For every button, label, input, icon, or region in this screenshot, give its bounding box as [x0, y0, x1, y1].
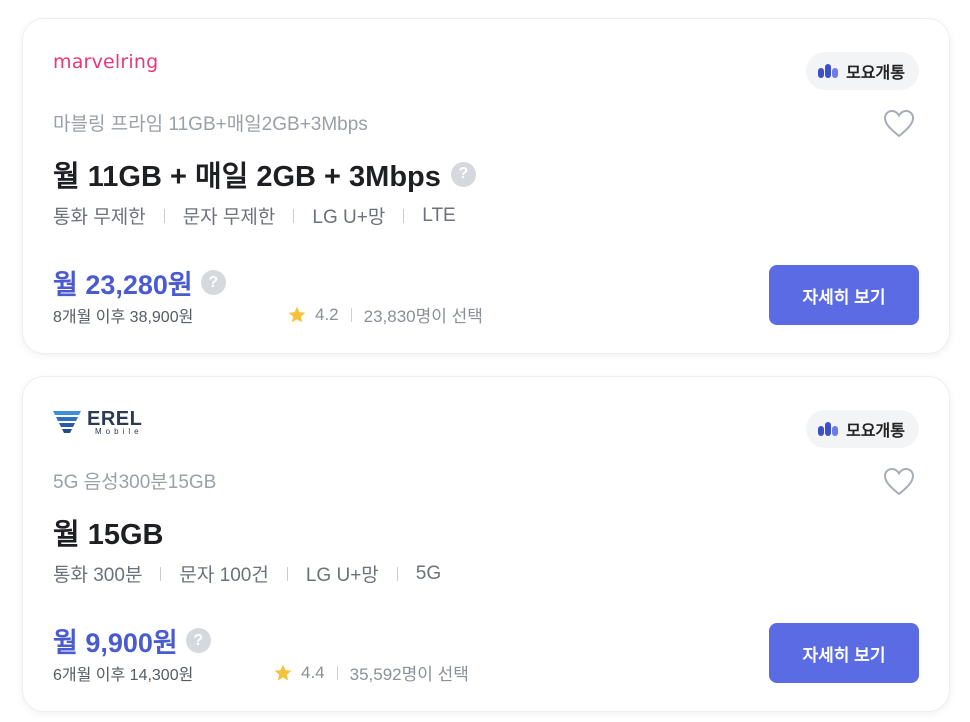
selected-count: 35,592명이 선택	[349, 665, 469, 684]
plan-name: 마블링 프라임 11GB+매일2GB+3Mbps	[53, 114, 368, 135]
plan-title-text: 월 11GB + 매일 2GB + 3Mbps	[53, 161, 441, 193]
moyo-logo-icon	[818, 64, 839, 78]
moyo-logo-icon	[818, 422, 839, 436]
feature-network: LG U+망	[312, 207, 386, 228]
divider	[336, 665, 338, 680]
rating: 4.4 35,592명이 선택	[273, 660, 469, 685]
feature-network: LG U+망	[305, 565, 379, 586]
price-text: 월 9,900원	[53, 628, 178, 658]
divider	[350, 307, 352, 322]
feature-call: 통화 300분	[53, 565, 143, 586]
provider-logo-erel: EREL Mobile	[53, 407, 143, 437]
plan-card[interactable]: marvelring 모요개통 마블링 프라임 11GB+매일2GB+3Mbps…	[22, 18, 950, 354]
divider	[160, 566, 162, 581]
question-circle-icon[interactable]: ?	[185, 628, 211, 653]
after-price: 8개월 이후 38,900원	[53, 309, 194, 326]
heart-icon[interactable]	[883, 467, 915, 497]
divider	[396, 566, 398, 581]
plan-features: 통화 무제한 문자 무제한 LG U+망 LTE	[53, 202, 456, 229]
star-icon	[288, 306, 306, 322]
detail-button[interactable]: 자세히 보기	[769, 265, 919, 325]
feature-call: 통화 무제한	[53, 207, 146, 228]
feature-type: 5G	[415, 562, 442, 584]
question-circle-icon[interactable]: ?	[450, 161, 476, 187]
moyo-badge-label: 모요개통	[846, 65, 905, 82]
price-text: 월 23,280원	[53, 270, 193, 300]
moyo-badge-label: 모요개통	[846, 423, 905, 440]
plan-name: 5G 음성300분15GB	[53, 472, 217, 493]
divider	[293, 208, 295, 223]
detail-button[interactable]: 자세히 보기	[769, 623, 919, 683]
erel-sub: Mobile	[95, 426, 143, 436]
after-price: 6개월 이후 14,300원	[53, 667, 194, 684]
price: 월 9,900원 ?	[53, 621, 211, 660]
feature-sms: 문자 100건	[179, 565, 269, 586]
moyo-badge: 모요개통	[806, 52, 919, 90]
plan-title: 월 11GB + 매일 2GB + 3Mbps ?	[53, 153, 476, 195]
rating-value: 4.2	[315, 304, 339, 324]
heart-icon[interactable]	[883, 109, 915, 139]
price: 월 23,280원 ?	[53, 263, 226, 302]
plan-card[interactable]: EREL Mobile 모요개통 5G 음성300분15GB 월 15GB 통화…	[22, 376, 950, 712]
divider	[403, 208, 405, 223]
erel-wing-icon	[53, 411, 81, 433]
provider-logo-marvelring: marvelring	[53, 51, 159, 73]
plan-features: 통화 300분 문자 100건 LG U+망 5G	[53, 560, 441, 587]
plan-title: 월 15GB	[53, 511, 164, 553]
rating: 4.2 23,830명이 선택	[287, 302, 483, 327]
feature-type: LTE	[422, 204, 456, 226]
divider	[163, 208, 165, 223]
erel-wordmark: EREL Mobile	[87, 409, 143, 436]
star-icon	[274, 664, 292, 680]
selected-count: 23,830명이 선택	[363, 307, 483, 326]
plan-title-text: 월 15GB	[53, 519, 164, 551]
erel-name: EREL	[87, 407, 143, 430]
rating-value: 4.4	[301, 662, 325, 682]
moyo-badge: 모요개통	[806, 410, 919, 448]
feature-sms: 문자 무제한	[182, 207, 276, 228]
question-circle-icon[interactable]: ?	[200, 270, 226, 295]
divider	[286, 566, 288, 581]
